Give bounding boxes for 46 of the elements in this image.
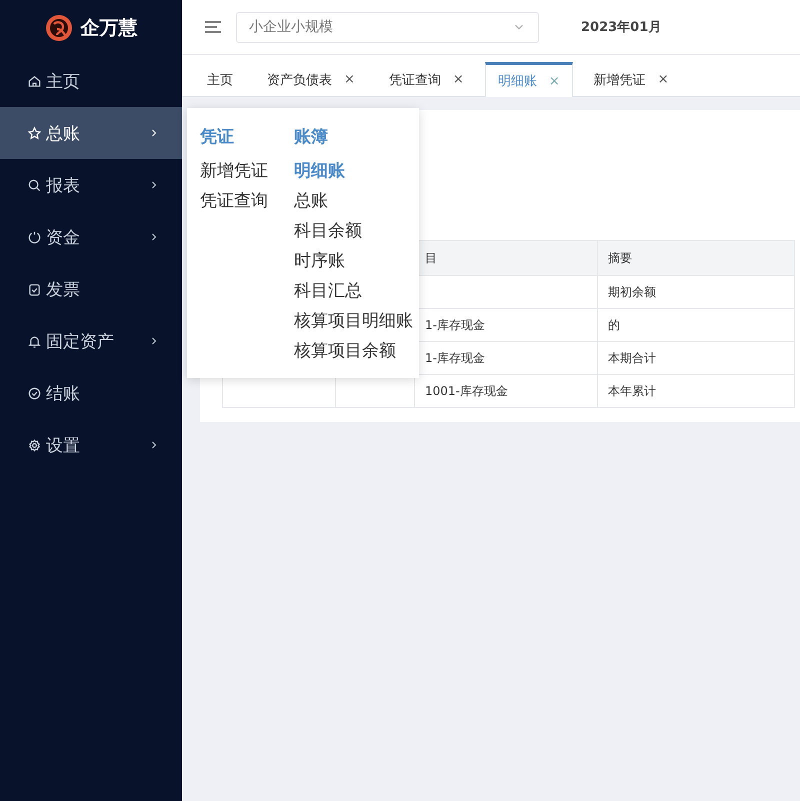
company-select[interactable]: 小企业小规模 bbox=[236, 12, 539, 42]
table-cell: 本年累计 bbox=[598, 374, 794, 408]
search-icon bbox=[27, 178, 42, 192]
menu-group-title: 账簿 bbox=[294, 126, 329, 149]
table-cell: 本期合计 bbox=[598, 342, 794, 374]
menu-item[interactable]: 核算项目明细账 bbox=[294, 306, 413, 336]
menu-item[interactable]: 总账 bbox=[294, 186, 413, 216]
sidebar-item[interactable]: 总账 bbox=[0, 107, 182, 159]
close-icon[interactable]: × bbox=[658, 72, 669, 87]
menu-item[interactable]: 凭证查询 bbox=[200, 186, 268, 216]
tab[interactable]: 主页 bbox=[194, 62, 246, 96]
bell-icon bbox=[27, 334, 42, 348]
table-cell: 期初余额 bbox=[598, 276, 794, 308]
tab[interactable]: 凭证查询 × bbox=[376, 62, 477, 96]
sidebar-item[interactable]: 主页 bbox=[0, 55, 182, 107]
sidebar-item[interactable]: 固定资产 bbox=[0, 315, 182, 367]
tab[interactable]: 资产负债表 × bbox=[254, 62, 368, 96]
menu-item[interactable]: 科目余额 bbox=[294, 216, 413, 246]
menu-icon[interactable] bbox=[204, 20, 222, 34]
gear-icon bbox=[27, 438, 42, 452]
menu-item[interactable]: 新增凭证 bbox=[200, 156, 268, 186]
sidebar-item[interactable]: 资金 bbox=[0, 211, 182, 263]
period-label: 2023年01月 bbox=[581, 19, 662, 36]
close-icon[interactable]: × bbox=[344, 72, 355, 87]
logo-icon bbox=[44, 14, 72, 42]
menu-item[interactable]: 核算项目余额 bbox=[294, 336, 413, 366]
sidebar-item[interactable]: 发票 bbox=[0, 263, 182, 315]
sidebar-item[interactable]: 设置 bbox=[0, 419, 182, 471]
sidebar-item[interactable]: 结账 bbox=[0, 367, 182, 419]
menu-group-title: 凭证 bbox=[200, 126, 235, 149]
sidebar-item[interactable]: 报表 bbox=[0, 159, 182, 211]
column-header: 摘要 bbox=[598, 240, 794, 276]
table-cell: 1001-库存现金 bbox=[414, 374, 598, 408]
menu-item[interactable]: 时序账 bbox=[294, 246, 413, 276]
star-icon bbox=[27, 126, 42, 140]
power-icon bbox=[27, 230, 42, 244]
check-circle-icon bbox=[27, 386, 42, 400]
table-cell: 的 bbox=[598, 308, 794, 342]
menu-item[interactable]: 科目汇总 bbox=[294, 276, 413, 306]
tab[interactable]: 明细账 × bbox=[484, 62, 573, 97]
menu-item[interactable]: 明细账 bbox=[294, 156, 413, 186]
home-icon bbox=[27, 74, 42, 88]
logo-text: 企万慧 bbox=[80, 16, 138, 40]
clipboard-check-icon bbox=[27, 282, 42, 296]
tab[interactable]: 新增凭证 × bbox=[580, 62, 682, 96]
close-icon[interactable]: × bbox=[452, 72, 464, 87]
